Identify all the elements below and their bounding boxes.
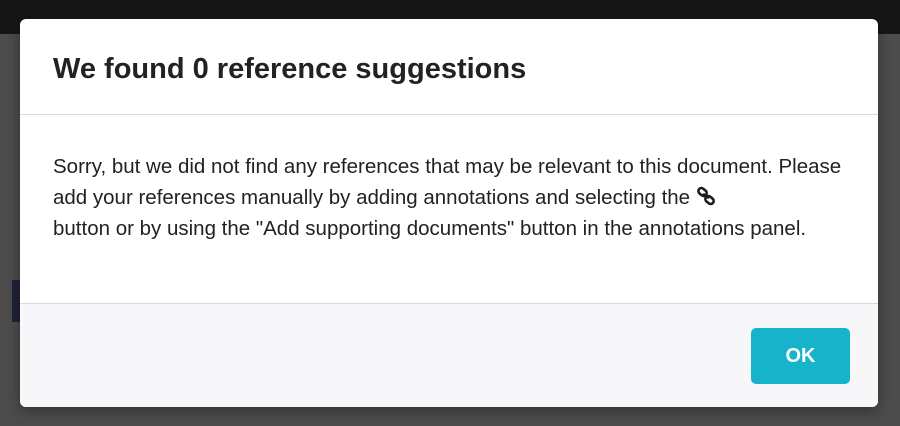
dialog-body: Sorry, but we did not find any reference… — [20, 115, 878, 304]
dialog-message-part-2: button or by using the "Add supporting d… — [53, 217, 807, 240]
dialog-header: We found 0 reference suggestions — [20, 19, 878, 115]
background-element — [6, 334, 16, 364]
dialog-message-part-1: Sorry, but we did not find any reference… — [53, 155, 842, 209]
dialog-footer: OK — [20, 304, 878, 407]
dialog-title: We found 0 reference suggestions — [53, 53, 527, 85]
link-icon — [696, 184, 716, 206]
reference-suggestions-dialog: We found 0 reference suggestions Sorry, … — [20, 19, 878, 407]
dialog-message: Sorry, but we did not find any reference… — [53, 151, 843, 244]
ok-button[interactable]: OK — [751, 328, 850, 384]
